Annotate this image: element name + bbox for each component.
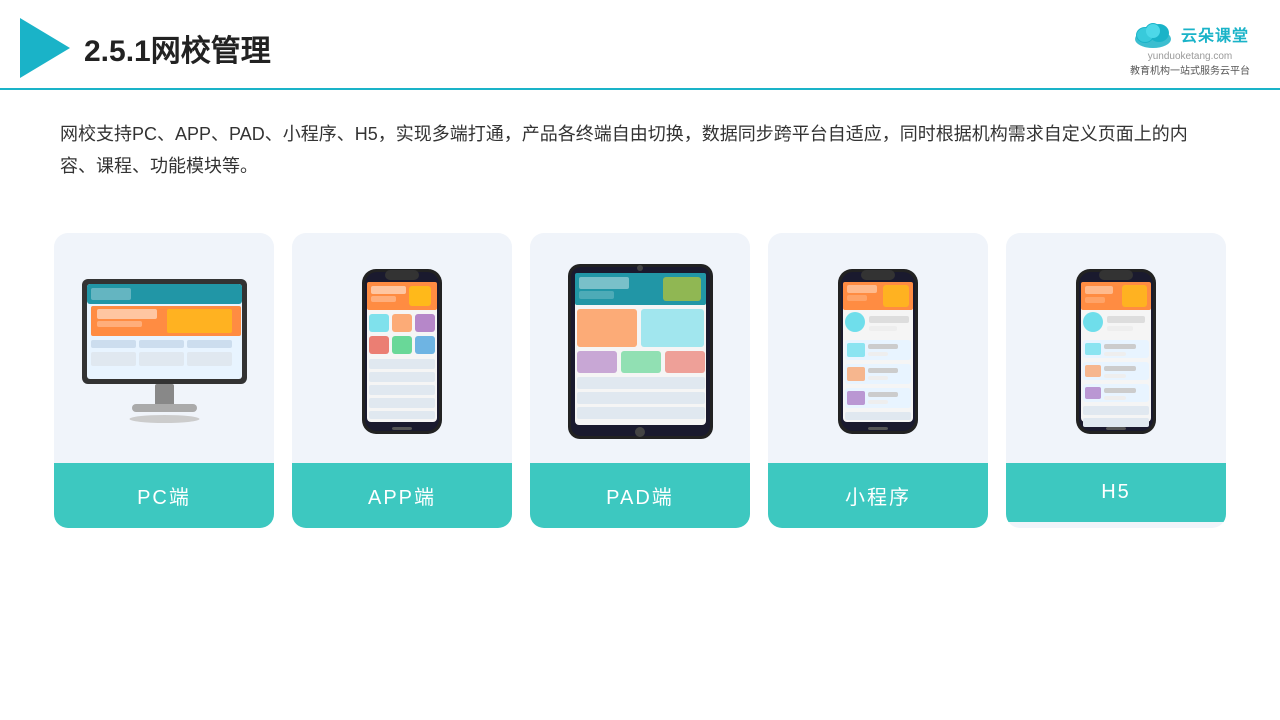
h5-label: H5	[1006, 463, 1226, 522]
app-image-area	[292, 233, 512, 463]
cloud-icon	[1131, 19, 1175, 49]
mini-card: 小程序	[768, 233, 988, 528]
mini-image-area	[768, 233, 988, 463]
header-left: 2.5.1网校管理	[20, 18, 271, 78]
pc-card: PC端	[54, 233, 274, 528]
page-title: 2.5.1网校管理	[84, 26, 271, 70]
pad-card: PAD端	[530, 233, 750, 528]
description-text: 网校支持PC、APP、PAD、小程序、H5，实现多端打通，产品各终端自由切换，数…	[0, 90, 1280, 193]
brand-area: 云朵课堂 yunduoketang.com 教育机构一站式服务云平台	[1130, 19, 1250, 77]
brand-tagline: 教育机构一站式服务云平台	[1130, 62, 1250, 77]
mini-phone-icon	[833, 264, 923, 439]
mini-label: 小程序	[768, 463, 988, 528]
pc-label: PC端	[54, 463, 274, 528]
h5-phone-icon	[1071, 264, 1161, 439]
brand-url: yunduoketang.com	[1148, 51, 1233, 62]
pc-monitor-icon	[77, 274, 252, 429]
logo-triangle-icon	[20, 18, 70, 78]
cards-container: PC端	[0, 203, 1280, 528]
app-label: APP端	[292, 463, 512, 528]
description-content: 网校支持PC、APP、PAD、小程序、H5，实现多端打通，产品各终端自由切换，数…	[60, 124, 1188, 176]
header: 2.5.1网校管理 云朵课堂 yunduoketang.com 教育机构一站式服…	[0, 0, 1280, 90]
app-card: APP端	[292, 233, 512, 528]
pad-tablet-icon	[563, 259, 718, 444]
pad-label: PAD端	[530, 463, 750, 528]
app-phone-icon	[357, 264, 447, 439]
pc-image-area	[54, 233, 274, 463]
pad-image-area	[530, 233, 750, 463]
brand-name: 云朵课堂	[1181, 22, 1249, 46]
brand-logo: 云朵课堂	[1131, 19, 1249, 49]
h5-image-area	[1006, 233, 1226, 463]
h5-card: H5	[1006, 233, 1226, 528]
